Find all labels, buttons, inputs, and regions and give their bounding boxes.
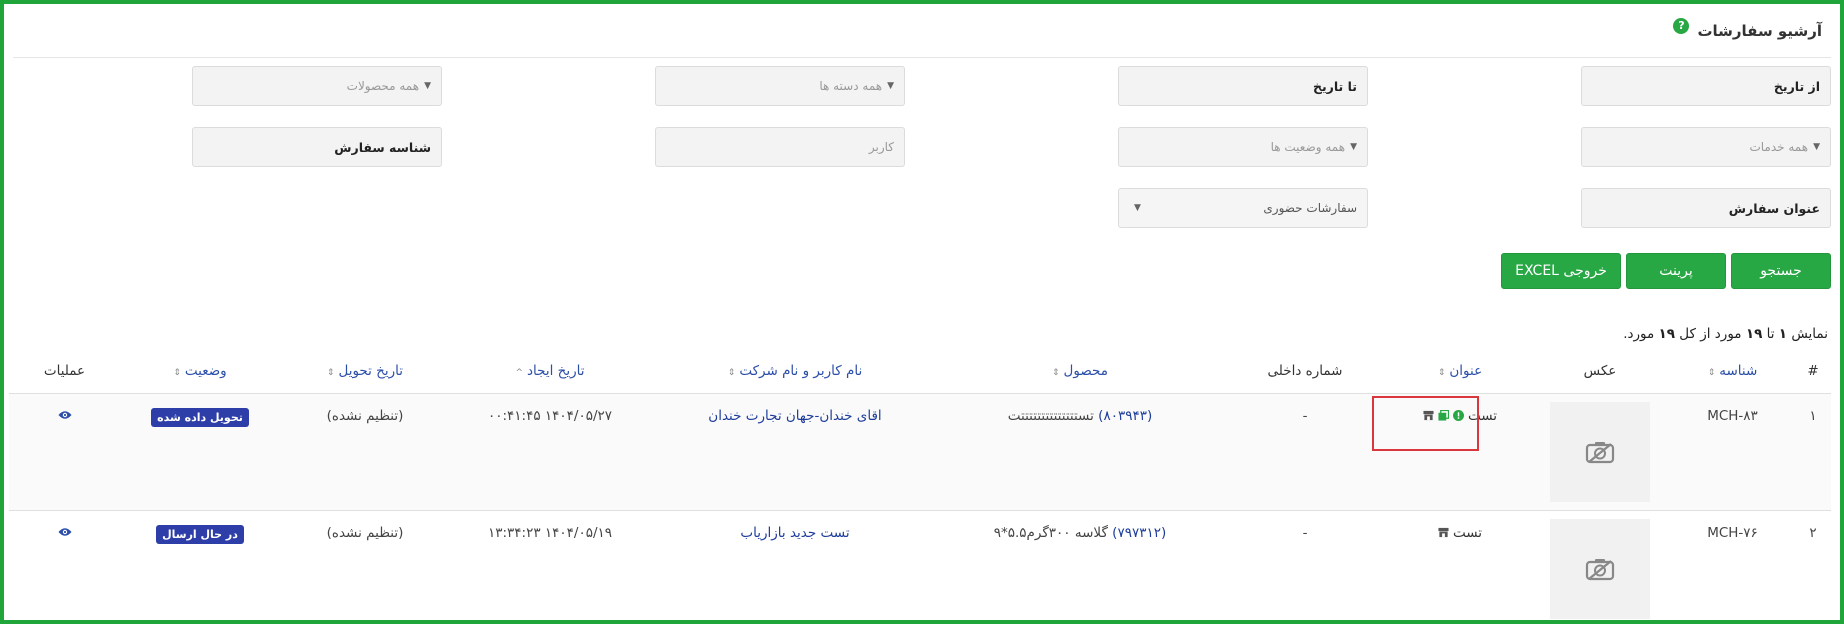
page-title: آرشیو سفارشات <box>1697 21 1822 40</box>
sort-icon: ⇕ <box>173 367 181 378</box>
products-select[interactable]: ▼ همه محصولات <box>192 66 442 106</box>
row-status: در حال ارسال <box>120 510 280 620</box>
categories-placeholder: همه دسته ها <box>819 79 883 93</box>
order-id-input[interactable]: شناسه سفارش <box>192 127 442 167</box>
row-id: MCH-۷۶ <box>1670 510 1795 620</box>
sort-icon: ⇕ <box>1052 367 1060 378</box>
row-num: ۲ <box>1795 510 1831 620</box>
status-badge: در حال ارسال <box>156 524 244 544</box>
to-date-field[interactable]: تا تاریخ <box>1118 66 1368 106</box>
row-delivery: (تنظیم نشده) <box>280 393 450 511</box>
col-user-company[interactable]: نام کاربر و نام شرکت⇕ <box>650 349 940 394</box>
sort-icon: ⇕ <box>326 367 335 378</box>
eye-icon[interactable] <box>58 527 72 537</box>
user-company-link[interactable]: اقای خندان-جهان تجارت خندان <box>708 408 881 424</box>
row-user-company: تست جدید بازاریاب <box>650 510 940 620</box>
col-internal-no: شماره داخلی <box>1220 349 1390 394</box>
order-title-input[interactable]: عنوان سفارش <box>1581 188 1831 228</box>
row-status: تحویل داده شده <box>120 393 280 511</box>
product-name: گلاسه ۳۰۰گرم۵.۵*۹ <box>993 524 1108 541</box>
from-date-label: از تاریخ <box>1773 78 1820 94</box>
col-actions: عملیات <box>9 349 120 394</box>
caret-down-icon: ▼ <box>1813 142 1820 152</box>
table-row: ۲ MCH-۷۶ تست - (۷۹۷۳۱۲) گلاسه ۳۰۰گرم۵.۵*… <box>9 510 1831 620</box>
eye-icon[interactable] <box>58 410 72 420</box>
no-photo-icon <box>1585 558 1615 580</box>
print-button[interactable]: پرینت <box>1626 253 1726 289</box>
col-created[interactable]: تاریخ ایجاد^ <box>450 349 650 394</box>
row-internal-no: - <box>1220 393 1390 511</box>
user-company-link[interactable]: تست جدید بازاریاب <box>740 525 849 541</box>
store-icon <box>1438 527 1449 538</box>
row-num: ۱ <box>1795 393 1831 511</box>
product-code-link[interactable]: (۸۰۳۹۴۳) <box>1098 408 1152 424</box>
sort-icon: ⇕ <box>1437 367 1446 378</box>
statuses-select[interactable]: ▼ همه وضعیت ها <box>1118 127 1368 167</box>
row-title-text: تست <box>1452 524 1483 541</box>
app-frame: آرشیو سفارشات ? از تاریخ تا تاریخ ▼ همه … <box>0 0 1844 624</box>
statuses-placeholder: همه وضعیت ها <box>1270 140 1346 154</box>
no-photo-icon <box>1585 441 1615 463</box>
row-created: ۱۴۰۴/۰۵/۱۹ ۱۳:۳۴:۲۳ <box>450 510 650 620</box>
col-photo: عکس <box>1530 349 1670 394</box>
row-id: MCH-۸۳ <box>1670 393 1795 511</box>
caret-down-icon: ▼ <box>887 81 894 91</box>
row-actions <box>9 510 120 620</box>
user-placeholder: کاربر <box>868 140 894 154</box>
status-badge: تحویل داده شده <box>151 407 249 427</box>
caret-down-icon: ▼ <box>1350 142 1357 152</box>
order-type-select[interactable]: سفارشات حضوری ▼ <box>1118 188 1368 228</box>
from-date-field[interactable]: از تاریخ <box>1581 66 1831 106</box>
products-placeholder: همه محصولات <box>346 79 420 93</box>
row-product: (۷۹۷۳۱۲) گلاسه ۳۰۰گرم۵.۵*۹ <box>940 510 1220 620</box>
sort-icon: ⇕ <box>727 367 736 378</box>
row-photo <box>1530 510 1670 620</box>
col-num: # <box>1795 349 1831 394</box>
row-photo <box>1530 393 1670 511</box>
search-button[interactable]: جستجو <box>1731 253 1831 289</box>
help-icon[interactable]: ? <box>1673 17 1690 34</box>
row-created: ۱۴۰۴/۰۵/۲۷ ۰۰:۴۱:۴۵ <box>450 393 650 511</box>
excel-export-button[interactable]: خروجی EXCEL <box>1501 253 1621 289</box>
row-delivery: (تنظیم نشده) <box>280 510 450 620</box>
sort-icon: ⇕ <box>1707 367 1716 378</box>
sort-asc-icon: ^ <box>515 367 524 378</box>
services-placeholder: همه خدمات <box>1749 140 1809 154</box>
row-product: (۸۰۳۹۴۳) تستتتتتتتتتتتتتتت <box>940 393 1220 511</box>
orders-table: # شناسه⇕ عکس عنوان⇕ شماره داخلی محصول⇕ ن… <box>9 349 1831 620</box>
photo-placeholder <box>1550 518 1650 619</box>
col-id[interactable]: شناسه⇕ <box>1670 349 1795 394</box>
page-header: آرشیو سفارشات ? <box>13 4 1831 58</box>
col-product[interactable]: محصول⇕ <box>940 349 1220 394</box>
services-select[interactable]: ▼ همه خدمات <box>1581 127 1831 167</box>
row-title: تست <box>1390 510 1530 620</box>
order-title-label: عنوان سفارش <box>1728 200 1820 216</box>
col-status[interactable]: وضعیت⇕ <box>120 349 280 394</box>
row-actions <box>9 393 120 511</box>
to-date-label: تا تاریخ <box>1312 78 1357 94</box>
order-id-label: شناسه سفارش <box>334 139 431 155</box>
row-internal-no: - <box>1220 510 1390 620</box>
table-header-row: # شناسه⇕ عکس عنوان⇕ شماره داخلی محصول⇕ ن… <box>9 349 1831 394</box>
user-input[interactable]: کاربر <box>655 127 905 167</box>
caret-down-icon: ▼ <box>1134 203 1141 213</box>
product-name: تستتتتتتتتتتتتتتت <box>1007 407 1094 424</box>
results-summary: نمایش ۱ تا ۱۹ مورد از کل ۱۹ مورد. <box>1623 326 1828 342</box>
photo-placeholder <box>1550 401 1650 502</box>
filters-panel: از تاریخ تا تاریخ ▼ همه دسته ها ▼ همه مح… <box>4 58 1840 243</box>
highlight-box <box>1372 396 1479 451</box>
product-code-link[interactable]: (۷۹۷۳۱۲) <box>1112 525 1166 541</box>
order-type-value: سفارشات حضوری <box>1263 201 1357 215</box>
categories-select[interactable]: ▼ همه دسته ها <box>655 66 905 106</box>
caret-down-icon: ▼ <box>424 81 431 91</box>
row-user-company: اقای خندان-جهان تجارت خندان <box>650 393 940 511</box>
col-delivery[interactable]: تاریخ تحویل⇕ <box>280 349 450 394</box>
table-row: ۱ MCH-۸۳ تست - (۸۰۳۹۴۳) تستتتتتتتتتتتتتت… <box>9 393 1831 511</box>
col-title[interactable]: عنوان⇕ <box>1390 349 1530 394</box>
